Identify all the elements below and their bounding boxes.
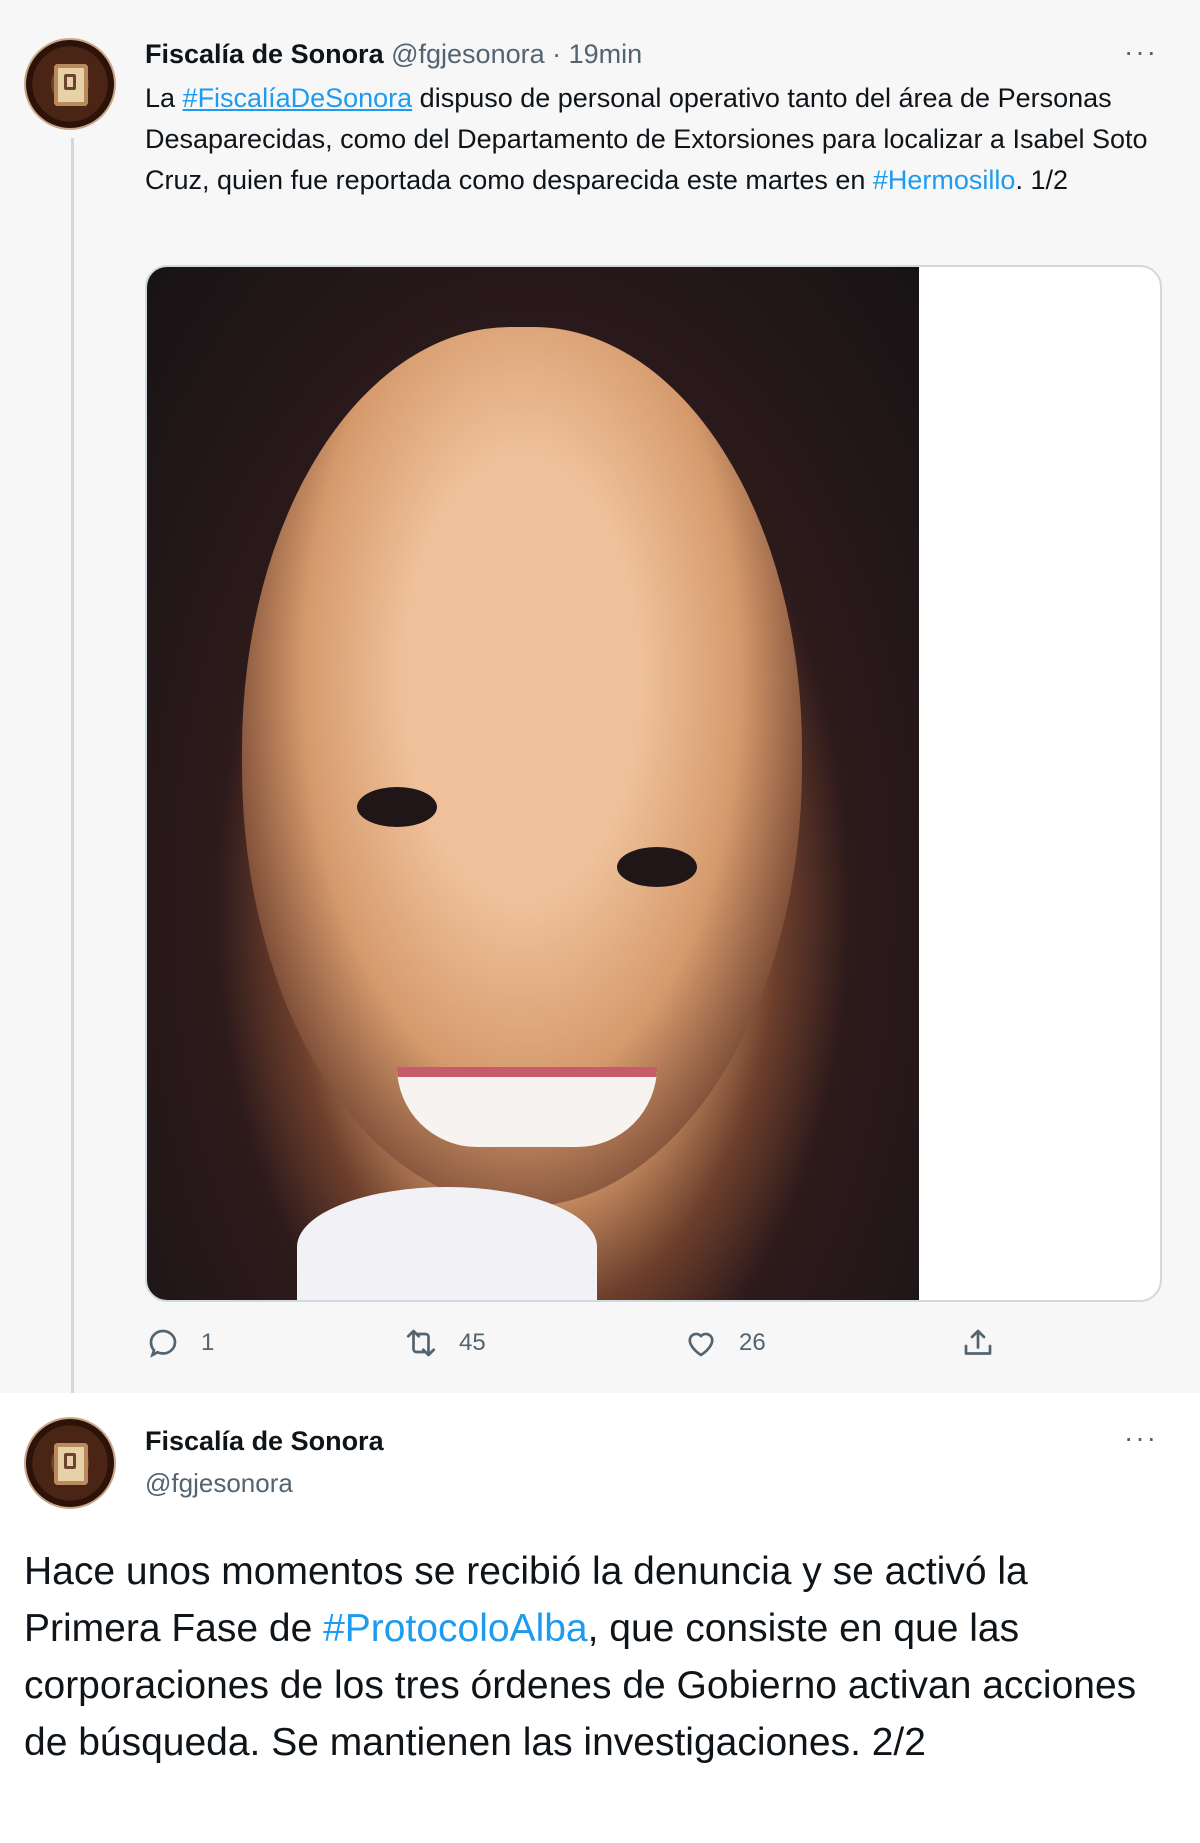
avatar[interactable] [24,1417,116,1509]
like-icon [688,1332,714,1357]
tweet-text: La #FiscalíaDeSonora dispuso de personal… [145,78,1155,201]
more-icon[interactable]: ··· [1124,1424,1158,1452]
photo-smile [397,1067,657,1147]
author-handle[interactable]: @fgjesonora [145,1465,293,1501]
logo-icon [54,1443,88,1485]
photo-eye [617,847,697,887]
separator-dot: · [552,39,562,69]
photo-shirt [297,1187,597,1300]
avatar[interactable] [24,38,116,130]
reply-count: 1 [201,1329,215,1356]
like-button[interactable]: 26 [683,1325,766,1361]
retweet-count: 45 [459,1329,486,1356]
share-icon [964,1329,992,1355]
hashtag-link[interactable]: #ProtocoloAlba [323,1607,588,1650]
tweet-1[interactable]: Fiscalía de Sonora @fgjesonora · 19min ·… [0,0,1200,1403]
tweet-photo[interactable] [147,267,919,1300]
timestamp[interactable]: 19min [569,39,643,69]
tweet-2[interactable]: Fiscalía de Sonora @fgjesonora ··· Hace … [0,1393,1200,1843]
thread-connector-line [71,138,74,1403]
share-button[interactable] [960,1325,996,1361]
reply-icon [149,1329,177,1358]
author-handle[interactable]: @fgjesonora [391,39,545,69]
retweet-icon [406,1329,436,1357]
author-name[interactable]: Fiscalía de Sonora [145,39,384,69]
tweet-header: Fiscalía de Sonora @fgjesonora · 19min [145,36,642,72]
tweet-text-segment: La [145,83,183,113]
hashtag-link[interactable]: #Hermosillo [873,165,1016,195]
tweet-text: Hace unos momentos se recibió la denunci… [24,1543,1174,1771]
reply-button[interactable]: 1 [145,1325,214,1361]
media-card[interactable] [145,265,1162,1302]
author-name[interactable]: Fiscalía de Sonora [145,1423,384,1459]
tweet-text-segment: . 1/2 [1015,165,1068,195]
like-count: 26 [739,1329,766,1356]
hashtag-link[interactable]: #FiscalíaDeSonora [183,83,413,113]
logo-icon [54,64,88,106]
tweet-actions: 1 45 26 [145,1325,1165,1365]
more-icon[interactable]: ··· [1124,38,1158,66]
retweet-button[interactable]: 45 [403,1325,486,1361]
photo-eye [357,787,437,827]
